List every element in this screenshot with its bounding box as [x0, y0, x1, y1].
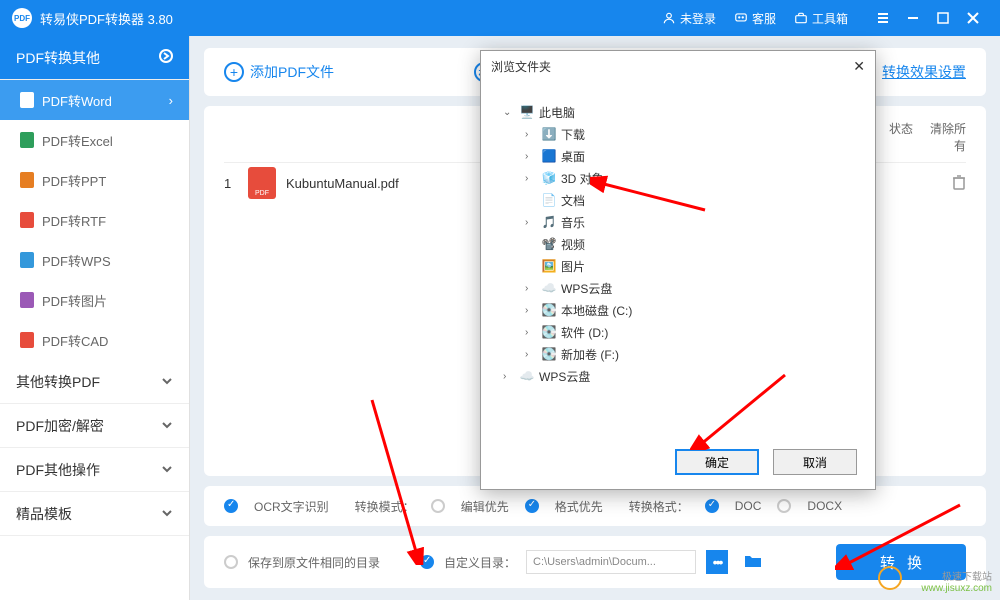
support-button[interactable]: 客服 — [734, 10, 776, 27]
clear-all-button[interactable]: 清除所有 — [928, 120, 966, 154]
folder-icon: 💽 — [541, 325, 557, 339]
folder-icon: ☁️ — [541, 281, 557, 295]
sidebar-item[interactable]: PDF转WPS — [0, 240, 189, 280]
mode-format-radio[interactable] — [525, 499, 539, 513]
open-folder-icon[interactable] — [744, 554, 762, 571]
browse-folder-dialog: 浏览文件夹 ✕ ⌄🖥️此电脑›⬇️下载›🟦桌面›🧊3D 对象📄文档›🎵音乐📽️视… — [480, 50, 876, 490]
tree-node[interactable]: 🖼️图片 — [499, 255, 857, 277]
add-pdf-button[interactable]: + 添加PDF文件 — [224, 62, 334, 82]
tree-node[interactable]: ⌄🖥️此电脑 — [499, 101, 857, 123]
sidebar: PDF转换其他PDF转Word›PDF转ExcelPDF转PPTPDF转RTFP… — [0, 36, 190, 600]
file-type-icon — [20, 252, 34, 268]
sidebar-item[interactable]: PDF转Excel — [0, 120, 189, 160]
folder-icon: 💽 — [541, 303, 557, 317]
folder-icon: 🖼️ — [541, 259, 557, 273]
tree-node[interactable]: ›⬇️下载 — [499, 123, 857, 145]
close-button[interactable] — [958, 3, 988, 33]
pdf-icon: PDF — [248, 167, 276, 199]
app-logo-icon: PDF — [12, 8, 32, 28]
tree-node[interactable]: ›💽新加卷 (F:) — [499, 343, 857, 365]
folder-icon: 🖥️ — [519, 105, 535, 119]
sidebar-group[interactable]: 精品模板 — [0, 492, 189, 536]
tree-node[interactable]: ›💽本地磁盘 (C:) — [499, 299, 857, 321]
file-type-icon — [20, 212, 34, 228]
maximize-button[interactable] — [928, 3, 958, 33]
tree-node[interactable]: ›🟦桌面 — [499, 145, 857, 167]
sidebar-item[interactable]: PDF转RTF — [0, 200, 189, 240]
convert-button[interactable]: 转换 — [836, 544, 966, 580]
custom-dir-radio[interactable] — [420, 555, 434, 569]
user-icon — [662, 11, 676, 25]
file-type-icon — [20, 172, 34, 188]
folder-icon: 🧊 — [541, 171, 557, 185]
tree-node[interactable]: 📽️视频 — [499, 233, 857, 255]
app-title: 转易侠PDF转换器 3.80 — [40, 9, 173, 28]
format-doc-radio[interactable] — [705, 499, 719, 513]
sidebar-group[interactable]: PDF加密/解密 — [0, 404, 189, 448]
file-type-icon — [20, 92, 34, 108]
format-docx-radio[interactable] — [777, 499, 791, 513]
tree-node[interactable]: 📄文档 — [499, 189, 857, 211]
plus-icon: + — [224, 62, 244, 82]
file-type-icon — [20, 332, 34, 348]
file-type-icon — [20, 292, 34, 308]
folder-icon: ⬇️ — [541, 127, 557, 141]
dialog-ok-button[interactable]: 确定 — [675, 449, 759, 475]
folder-icon: 🟦 — [541, 149, 557, 163]
tree-node[interactable]: ›🎵音乐 — [499, 211, 857, 233]
folder-icon: 💽 — [541, 347, 557, 361]
chat-icon — [734, 11, 748, 25]
sidebar-item[interactable]: PDF转图片 — [0, 280, 189, 320]
delete-icon[interactable] — [952, 174, 966, 193]
save-original-radio[interactable] — [224, 555, 238, 569]
dialog-cancel-button[interactable]: 取消 — [773, 449, 857, 475]
sidebar-group[interactable]: PDF转换其他 — [0, 36, 189, 80]
folder-icon: 🎵 — [541, 215, 557, 229]
sidebar-item[interactable]: PDF转Word› — [0, 80, 189, 120]
tree-node[interactable]: ›🧊3D 对象 — [499, 167, 857, 189]
options-bar: OCR文字识别 转换模式： 编辑优先 格式优先 转换格式： DOC DOCX — [204, 486, 986, 526]
folder-icon: 📄 — [541, 193, 557, 207]
sidebar-group[interactable]: 其他转换PDF — [0, 360, 189, 404]
tree-node[interactable]: ›💽软件 (D:) — [499, 321, 857, 343]
tree-node[interactable]: ›☁️WPS云盘 — [499, 365, 857, 387]
file-type-icon — [20, 132, 34, 148]
menu-button[interactable] — [868, 3, 898, 33]
col-status: 状态 — [874, 120, 928, 154]
sidebar-item[interactable]: PDF转PPT — [0, 160, 189, 200]
ocr-checkbox[interactable] — [224, 499, 238, 513]
mode-edit-radio[interactable] — [431, 499, 445, 513]
path-input[interactable] — [526, 550, 696, 574]
folder-icon: ☁️ — [519, 369, 535, 383]
folder-icon: 📽️ — [541, 237, 557, 251]
minimize-button[interactable] — [898, 3, 928, 33]
folder-tree[interactable]: ⌄🖥️此电脑›⬇️下载›🟦桌面›🧊3D 对象📄文档›🎵音乐📽️视频🖼️图片›☁️… — [499, 101, 857, 387]
toolbox-icon — [794, 11, 808, 25]
login-button[interactable]: 未登录 — [662, 10, 716, 27]
titlebar: PDF 转易侠PDF转换器 3.80 未登录 客服 工具箱 — [0, 0, 1000, 36]
browse-button[interactable]: ••• — [706, 550, 728, 574]
tree-node[interactable]: ›☁️WPS云盘 — [499, 277, 857, 299]
bottom-bar: 保存到原文件相同的目录 自定义目录： ••• 转换 — [204, 536, 986, 588]
dialog-close-button[interactable]: ✕ — [853, 58, 865, 75]
sidebar-item[interactable]: PDF转CAD — [0, 320, 189, 360]
dialog-title: 浏览文件夹 — [491, 58, 551, 75]
sidebar-group[interactable]: PDF其他操作 — [0, 448, 189, 492]
toolbox-button[interactable]: 工具箱 — [794, 10, 848, 27]
effect-settings-link[interactable]: 转换效果设置 — [882, 62, 966, 82]
